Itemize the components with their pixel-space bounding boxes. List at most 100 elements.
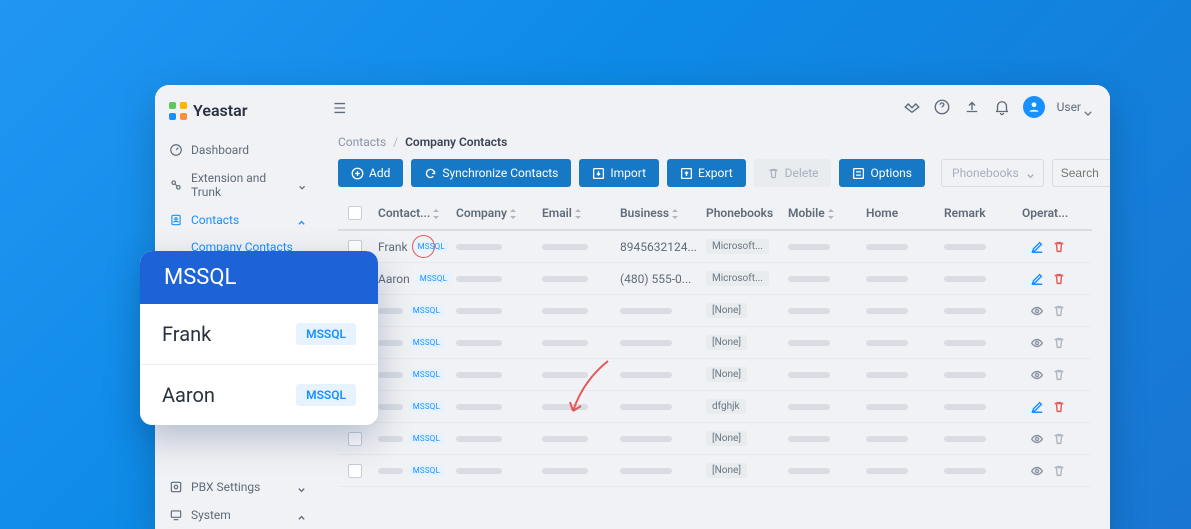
cell-email xyxy=(536,340,614,346)
options-button[interactable]: Options xyxy=(839,159,925,187)
overlay-card: MSSQL FrankMSSQLAaronMSSQL xyxy=(140,251,378,425)
bell-icon[interactable] xyxy=(993,98,1011,116)
search-input[interactable] xyxy=(1061,166,1110,180)
cell-company xyxy=(450,372,536,378)
delete-icon[interactable] xyxy=(1052,432,1066,446)
phonebooks-select[interactable]: Phonebooks xyxy=(941,159,1044,187)
sidebar-item-dashboard[interactable]: Dashboard xyxy=(155,136,320,164)
cell-email xyxy=(536,276,614,282)
delete-icon[interactable] xyxy=(1052,304,1066,318)
table-header: Contact... Company Email Business Phoneb… xyxy=(338,197,1092,231)
brand: Yeastar xyxy=(155,97,320,136)
th-business[interactable]: Business xyxy=(614,206,700,220)
button-label: Add xyxy=(369,166,390,180)
button-label: Synchronize Contacts xyxy=(442,166,558,180)
view-icon[interactable] xyxy=(1030,432,1044,446)
cell xyxy=(860,404,938,410)
table-row: MSSQL[None] xyxy=(338,359,1092,391)
cell-business xyxy=(614,340,700,346)
chevron-up-icon xyxy=(297,216,306,225)
th-remark: Remark xyxy=(938,206,1016,220)
overlay-tag: MSSQL xyxy=(296,384,356,406)
user-menu[interactable]: User xyxy=(1057,100,1092,114)
th-email[interactable]: Email xyxy=(536,206,614,220)
sync-icon xyxy=(424,167,437,180)
th-contact[interactable]: Contact... xyxy=(372,206,450,220)
cell-operate xyxy=(1016,368,1072,382)
import-button[interactable]: Import xyxy=(579,159,659,187)
top-bar: User xyxy=(320,85,1110,129)
overlay-tag: MSSQL xyxy=(296,323,356,345)
view-icon[interactable] xyxy=(1030,304,1044,318)
select-all-checkbox[interactable] xyxy=(348,206,362,220)
help-icon[interactable] xyxy=(933,98,951,116)
toolbar: Add Synchronize Contacts Import Export D… xyxy=(338,159,1092,187)
view-icon[interactable] xyxy=(1030,464,1044,478)
delete-icon[interactable] xyxy=(1052,336,1066,350)
mssql-tag: MSSQL xyxy=(409,337,444,348)
settings-icon xyxy=(169,480,183,494)
table-row: MSSQLdfghjk xyxy=(338,391,1092,423)
sidebar-item-system[interactable]: System xyxy=(155,501,320,529)
cell-operate xyxy=(1016,464,1072,478)
avatar[interactable] xyxy=(1023,96,1045,118)
cell-business xyxy=(614,308,700,314)
cell xyxy=(938,372,1016,378)
cell-company xyxy=(450,308,536,314)
edit-icon[interactable] xyxy=(1030,240,1044,254)
mssql-tag: MSSQL xyxy=(409,401,444,412)
edit-icon[interactable] xyxy=(1030,400,1044,414)
table-row: MSSQL [None] xyxy=(338,327,1092,359)
sidebar-label: PBX Settings xyxy=(191,480,260,494)
th-home: Home xyxy=(860,206,938,220)
cell-contact: MSSQL xyxy=(372,337,450,348)
mssql-tag: MSSQL xyxy=(409,465,444,476)
breadcrumb-sep: / xyxy=(393,135,398,149)
row-checkbox[interactable] xyxy=(348,464,362,478)
delete-icon[interactable] xyxy=(1052,240,1066,254)
cell-company xyxy=(450,276,536,282)
cell xyxy=(782,244,860,250)
cell xyxy=(782,372,860,378)
sort-icon xyxy=(827,208,835,218)
cell-business xyxy=(614,468,700,474)
delete-icon[interactable] xyxy=(1052,368,1066,382)
handshake-icon[interactable] xyxy=(903,98,921,116)
cell xyxy=(938,468,1016,474)
delete-icon[interactable] xyxy=(1052,464,1066,478)
cell-phonebook: [None] xyxy=(700,335,782,350)
cell-email xyxy=(536,436,614,442)
edit-icon[interactable] xyxy=(1030,272,1044,286)
contacts-icon xyxy=(169,213,183,227)
dashboard-icon xyxy=(169,143,183,157)
cell-operate xyxy=(1016,400,1072,414)
cell-phonebook: [None] xyxy=(700,367,782,382)
sidebar-label: System xyxy=(191,508,231,522)
delete-icon[interactable] xyxy=(1052,400,1066,414)
add-button[interactable]: Add xyxy=(338,159,403,187)
brand-name: Yeastar xyxy=(193,101,247,120)
row-checkbox[interactable] xyxy=(348,432,362,446)
cell-business xyxy=(614,372,700,378)
view-icon[interactable] xyxy=(1030,368,1044,382)
cell-company xyxy=(450,340,536,346)
collapse-sidebar-button[interactable] xyxy=(330,100,346,114)
th-company[interactable]: Company xyxy=(450,206,536,220)
cell-contact: MSSQL xyxy=(372,465,450,476)
sidebar-item-extension[interactable]: Extension and Trunk xyxy=(155,164,320,206)
button-label: Delete xyxy=(785,166,819,180)
cell xyxy=(782,340,860,346)
th-mobile[interactable]: Mobile xyxy=(782,206,860,220)
sidebar-item-pbx[interactable]: PBX Settings xyxy=(155,473,320,501)
table-body: FrankMSSQL8945632124...Microsoft...Aaron… xyxy=(338,231,1092,487)
cell-contact: MSSQL xyxy=(372,305,450,316)
sync-button[interactable]: Synchronize Contacts xyxy=(411,159,571,187)
breadcrumb-root[interactable]: Contacts xyxy=(338,135,386,149)
export-button[interactable]: Export xyxy=(667,159,746,187)
view-icon[interactable] xyxy=(1030,336,1044,350)
sidebar-item-contacts[interactable]: Contacts xyxy=(155,206,320,234)
search-box[interactable] xyxy=(1052,159,1110,187)
cell-contact: MSSQL xyxy=(372,433,450,444)
delete-icon[interactable] xyxy=(1052,272,1066,286)
upload-icon[interactable] xyxy=(963,98,981,116)
